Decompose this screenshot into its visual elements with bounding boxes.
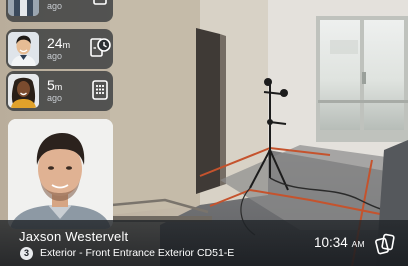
event-item[interactable]: 5m ago	[6, 71, 113, 111]
event-ago-label: ago	[47, 51, 63, 61]
event-time: 10:34 AM	[314, 235, 365, 250]
keypad-icon	[92, 80, 108, 100]
event-elapsed-unit: m	[54, 82, 63, 92]
person-name: Jaxson Westervelt	[19, 229, 129, 244]
event-elapsed-value: 24	[47, 35, 63, 51]
event-elapsed-value: 5	[47, 77, 55, 93]
event-ago-label: ago	[47, 93, 63, 103]
event-item-top[interactable]: ago	[6, 0, 113, 22]
event-item[interactable]: 24m ago	[6, 29, 113, 69]
detection-count-badge: 3	[20, 247, 33, 260]
door-icon	[93, 0, 107, 5]
event-elapsed-unit: m	[62, 40, 71, 50]
person-avatar-man-dreadlocks	[8, 74, 39, 108]
person-avatar-top	[8, 0, 39, 16]
clips-icon[interactable]	[374, 233, 396, 255]
event-ago-label: ago	[47, 1, 63, 11]
camera-location: Exterior - Front Entrance Exterior CD51-…	[40, 247, 235, 259]
event-info-bar[interactable]: Jaxson Westervelt 3 Exterior - Front Ent…	[0, 220, 408, 266]
detected-face-photo	[8, 119, 113, 229]
door-clock-icon	[90, 38, 111, 57]
event-time-value: 10:34	[314, 235, 348, 250]
detected-face-card[interactable]	[8, 119, 113, 229]
event-time-ampm: AM	[351, 239, 365, 249]
person-avatar-asian-man	[8, 32, 39, 66]
